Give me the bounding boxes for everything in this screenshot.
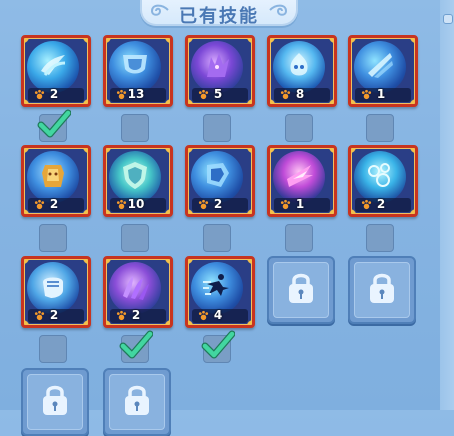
lock-icon: [43, 385, 67, 415]
skill-card[interactable]: 5: [185, 35, 255, 107]
skill-checkbox[interactable]: [119, 330, 153, 363]
skill-level-value: 13: [127, 87, 145, 101]
water-spirit-icon: [273, 41, 325, 93]
skill-level-value: 5: [213, 87, 223, 101]
skill-level: 1: [355, 87, 411, 102]
title-banner: 已有技能: [140, 0, 298, 27]
claw-icon: [27, 41, 79, 93]
skill-card[interactable]: 2: [21, 35, 91, 107]
locked-slot[interactable]: [21, 368, 89, 436]
shield-icon: [109, 151, 161, 203]
slash-icon: [354, 41, 406, 93]
skill-card[interactable]: 1: [267, 145, 337, 217]
locked-slot[interactable]: [103, 368, 171, 436]
skill-card[interactable]: 2: [21, 256, 91, 328]
scrollbar-track[interactable]: [440, 0, 454, 410]
skill-level: 5: [192, 87, 248, 102]
check-icon: [119, 330, 153, 359]
skill-level-value: 2: [131, 308, 141, 322]
skill-checkbox[interactable]: [285, 114, 313, 142]
skill-level-value: 2: [49, 197, 59, 211]
lock-icon: [289, 273, 313, 303]
skill-card[interactable]: 2: [103, 256, 173, 328]
skill-level-value: 2: [49, 87, 59, 101]
skill-level: 2: [28, 87, 84, 102]
scrollbar-thumb[interactable]: [443, 14, 453, 24]
skill-level-value: 2: [49, 308, 59, 322]
golden-armor-icon: [27, 151, 79, 203]
skill-checkbox[interactable]: [37, 109, 71, 142]
skill-card[interactable]: 2: [21, 145, 91, 217]
skill-card[interactable]: 10: [103, 145, 173, 217]
skill-checkbox[interactable]: [201, 330, 235, 363]
swirl-ornament-icon: [269, 4, 288, 16]
horn-shield-icon: [109, 41, 161, 93]
skill-checkbox[interactable]: [121, 224, 149, 252]
purple-beast-icon: [191, 41, 243, 93]
lock-icon: [370, 273, 394, 303]
purple-claw-icon: [109, 262, 161, 314]
skill-level: 13: [110, 87, 166, 102]
fist-icon: [27, 262, 79, 314]
skill-checkbox[interactable]: [366, 114, 394, 142]
locked-slot[interactable]: [267, 256, 335, 324]
check-icon: [201, 330, 235, 359]
skill-level-value: 8: [295, 87, 305, 101]
skill-level-value: 2: [376, 197, 386, 211]
skill-card[interactable]: 1: [348, 35, 418, 107]
skill-level: 2: [192, 197, 248, 212]
skill-card[interactable]: 4: [185, 256, 255, 328]
skill-level-value: 1: [376, 87, 386, 101]
crystal-armor-icon: [191, 151, 243, 203]
skill-card[interactable]: 8: [267, 35, 337, 107]
lock-icon: [125, 385, 149, 415]
skill-checkbox[interactable]: [285, 224, 313, 252]
check-icon: [37, 109, 71, 138]
pink-blade-icon: [273, 151, 325, 203]
skill-card[interactable]: 13: [103, 35, 173, 107]
skill-level: 8: [274, 87, 330, 102]
skill-level-value: 2: [213, 197, 223, 211]
skill-checkbox[interactable]: [203, 224, 231, 252]
skill-checkbox[interactable]: [203, 114, 231, 142]
skill-level: 1: [274, 197, 330, 212]
bubble-icon: [354, 151, 406, 203]
skill-level-value: 10: [127, 197, 145, 211]
skill-checkbox[interactable]: [121, 114, 149, 142]
locked-slot[interactable]: [348, 256, 416, 324]
skill-level-value: 4: [213, 308, 223, 322]
skill-level: 2: [28, 197, 84, 212]
skill-card[interactable]: 2: [185, 145, 255, 217]
skill-level: 2: [28, 308, 84, 323]
dash-icon: [191, 262, 243, 314]
skill-level-value: 1: [295, 197, 305, 211]
skill-level: 10: [110, 197, 166, 212]
skill-checkbox[interactable]: [39, 335, 67, 363]
skill-card[interactable]: 2: [348, 145, 418, 217]
skill-level: 2: [110, 308, 166, 323]
skill-level: 2: [355, 197, 411, 212]
skill-checkbox[interactable]: [39, 224, 67, 252]
skill-level: 4: [192, 308, 248, 323]
skill-checkbox[interactable]: [366, 224, 394, 252]
